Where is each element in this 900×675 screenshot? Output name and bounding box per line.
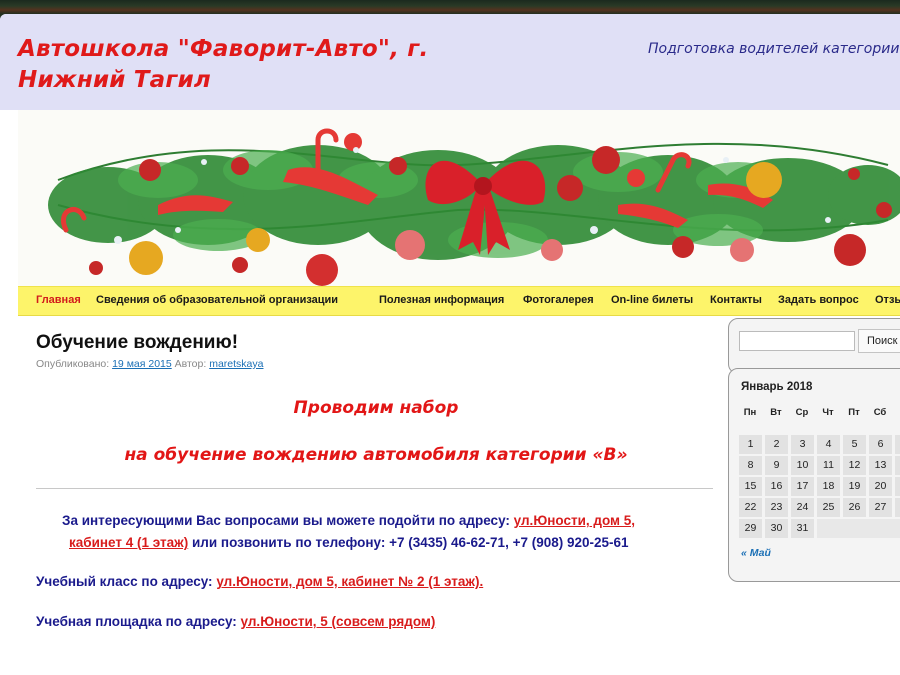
address-link[interactable]: ул.Юности, дом 5, [514,513,635,528]
headline-category-b: на обучение вождению автомобиля категори… [124,445,628,465]
page: Автошкола "Фаворит-Авто", г. Нижний Таги… [0,14,900,675]
post-title[interactable]: Обучение вождению! [36,332,238,354]
calendar-day: 30 [765,519,788,538]
search-input[interactable] [739,331,855,351]
classroom-line: Учебный класс по адресу: ул.Юности, дом … [36,574,483,589]
calendar-day: 24 [791,498,814,517]
classroom-address-link[interactable]: ул.Юности, дом 5, кабинет № 2 (1 этаж). [216,574,483,589]
training-ground-line: Учебная площадка по адресу: ул.Юности, 5… [36,614,435,629]
main-navigation: Главная Сведения об образовательной орга… [18,286,900,316]
calendar-day: 15 [739,477,762,496]
calendar-day: 19 [843,477,866,496]
nav-item-photo-gallery[interactable]: Фотогалерея [523,294,594,306]
post-date-link[interactable]: 19 мая 2015 [112,358,172,370]
calendar-day: 13 [869,456,892,475]
calendar-empty-cells [817,519,900,538]
calendar-day: 7 [895,435,900,454]
calendar-day: 26 [843,498,866,517]
calendar-day: 10 [791,456,814,475]
calendar-day: 25 [817,498,840,517]
calendar-weekday: Пт [848,407,860,418]
nav-item-reviews[interactable]: Отзы [875,294,900,306]
nav-item-online-tickets[interactable]: On-line билеты [611,294,693,306]
training-ground-label: Учебная площадка по адресу: [36,614,241,629]
site-title[interactable]: Автошкола "Фаворит-Авто", г. Нижний Таги… [18,34,478,96]
nav-item-contacts[interactable]: Контакты [710,294,762,306]
nav-item-ask-question[interactable]: Задать вопрос [778,294,859,306]
calendar-prev-link[interactable]: « Май [741,547,771,559]
calendar-day: 16 [765,477,788,496]
contact-line-1: За интересующими Вас вопросами вы можете… [62,513,635,528]
site-header: Автошкола "Фаворит-Авто", г. Нижний Таги… [0,14,900,110]
calendar-weekday: Чт [822,407,834,418]
christmas-garland-banner [18,110,900,286]
calendar-day: 11 [817,456,840,475]
calendar-day: 8 [739,456,762,475]
calendar-day: 29 [739,519,762,538]
calendar-weekday: Вт [770,407,782,418]
nav-item-useful-info[interactable]: Полезная информация [379,294,504,306]
calendar-day: 23 [765,498,788,517]
site-description: Подготовка водителей категории " [648,41,900,57]
search-button[interactable]: Поиск [858,329,900,353]
contact-line-2: кабинет 4 (1 этаж) или позвонить по теле… [69,535,629,550]
published-label: Опубликовано: [36,358,110,370]
contact-text: За интересующими Вас вопросами вы можете… [62,513,514,528]
calendar-weekday: Ср [795,407,809,418]
calendar-widget: Январь 2018 « Май ПнВтСрЧтПтСбВс12345678… [728,368,900,582]
calendar-day: 20 [869,477,892,496]
office-link[interactable]: кабинет 4 (1 этаж) [69,535,188,550]
calendar-day: 3 [791,435,814,454]
calendar-day: 28 [895,498,900,517]
headline-enrollment: Проводим набор [293,398,459,418]
calendar-day: 17 [791,477,814,496]
calendar-day: 1 [739,435,762,454]
calendar-day: 4 [817,435,840,454]
calendar-day: 18 [817,477,840,496]
nav-item-organization-info[interactable]: Сведения об образовательной организации [96,294,338,306]
author-link[interactable]: maretskaya [209,358,263,370]
search-widget: Поиск [728,318,900,374]
calendar-day: 5 [843,435,866,454]
garland-image [48,128,900,286]
training-ground-address-link[interactable]: ул.Юности, 5 (совсем рядом) [241,614,436,629]
author-label: Автор: [174,358,207,370]
calendar-day: 31 [791,519,814,538]
calendar-day: 21 [895,477,900,496]
calendar-day: 9 [765,456,788,475]
calendar-weekday: Вс [894,407,900,418]
calendar-caption: Январь 2018 [741,381,813,393]
calendar-day: 12 [843,456,866,475]
calendar-day: 2 [765,435,788,454]
calendar-day: 14 [895,456,900,475]
calendar-day: 6 [869,435,892,454]
classroom-label: Учебный класс по адресу: [36,574,217,589]
divider [36,488,713,489]
calendar-day: 27 [869,498,892,517]
calendar-day: 22 [739,498,762,517]
phone-text: или позвонить по телефону: +7 (3435) 46-… [188,535,629,550]
post-meta: Опубликовано: 19 мая 2015 Автор: maretsk… [36,358,263,370]
calendar-weekday: Пн [743,407,757,418]
nav-item-home[interactable]: Главная [36,294,81,306]
calendar-weekday: Сб [873,407,887,418]
